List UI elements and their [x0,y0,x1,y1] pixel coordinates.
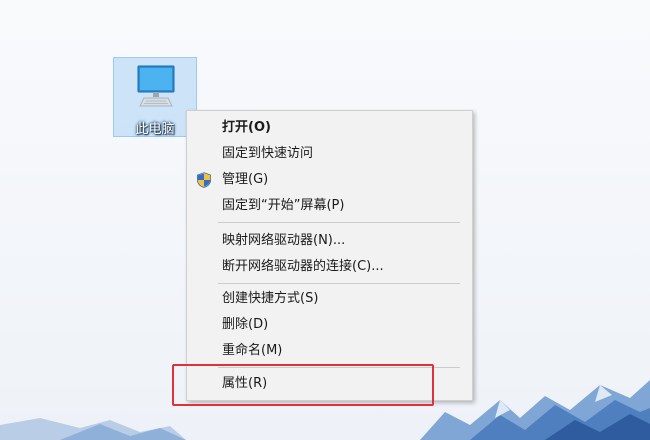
highlight-annotation-box [172,364,434,406]
menu-item-label: 管理(G) [222,172,269,187]
menu-item-label: 断开网络驱动器的连接(C)... [222,259,384,274]
menu-item-label: 固定到快速访问 [222,146,314,161]
computer-icon [137,65,175,107]
menu-item-map-network-drive[interactable]: 映射网络驱动器(N)... [187,228,472,254]
menu-item-label: 固定到“开始”屏幕(P) [222,198,345,213]
menu-item-pin-quick-access[interactable]: 固定到快速访问 [187,141,472,167]
menu-item-label: 创建快捷方式(S) [222,291,319,306]
menu-item-pin-start[interactable]: 固定到“开始”屏幕(P) [187,193,472,219]
menu-item-label: 重命名(M) [222,343,283,358]
menu-item-create-shortcut[interactable]: 创建快捷方式(S) [187,286,472,312]
desktop-icon-this-pc[interactable]: 此电脑 [113,57,197,137]
menu-item-disconnect-network-drive[interactable]: 断开网络驱动器的连接(C)... [187,254,472,280]
menu-item-label: 打开(O) [222,120,271,135]
menu-item-manage[interactable]: 管理(G) [187,167,472,193]
menu-item-label: 映射网络驱动器(N)... [222,233,346,248]
menu-separator [218,283,460,284]
menu-separator [218,222,460,223]
menu-item-label: 删除(D) [222,317,269,332]
menu-item-rename[interactable]: 重命名(M) [187,338,472,364]
menu-item-delete[interactable]: 删除(D) [187,312,472,338]
menu-item-open[interactable]: 打开(O) [187,115,472,141]
uac-shield-icon [197,172,211,188]
desktop-icon-label: 此电脑 [135,122,175,137]
context-menu: 打开(O) 固定到快速访问 管理(G) 固定到“开始”屏幕(P) 映射网络驱动器… [186,110,473,401]
